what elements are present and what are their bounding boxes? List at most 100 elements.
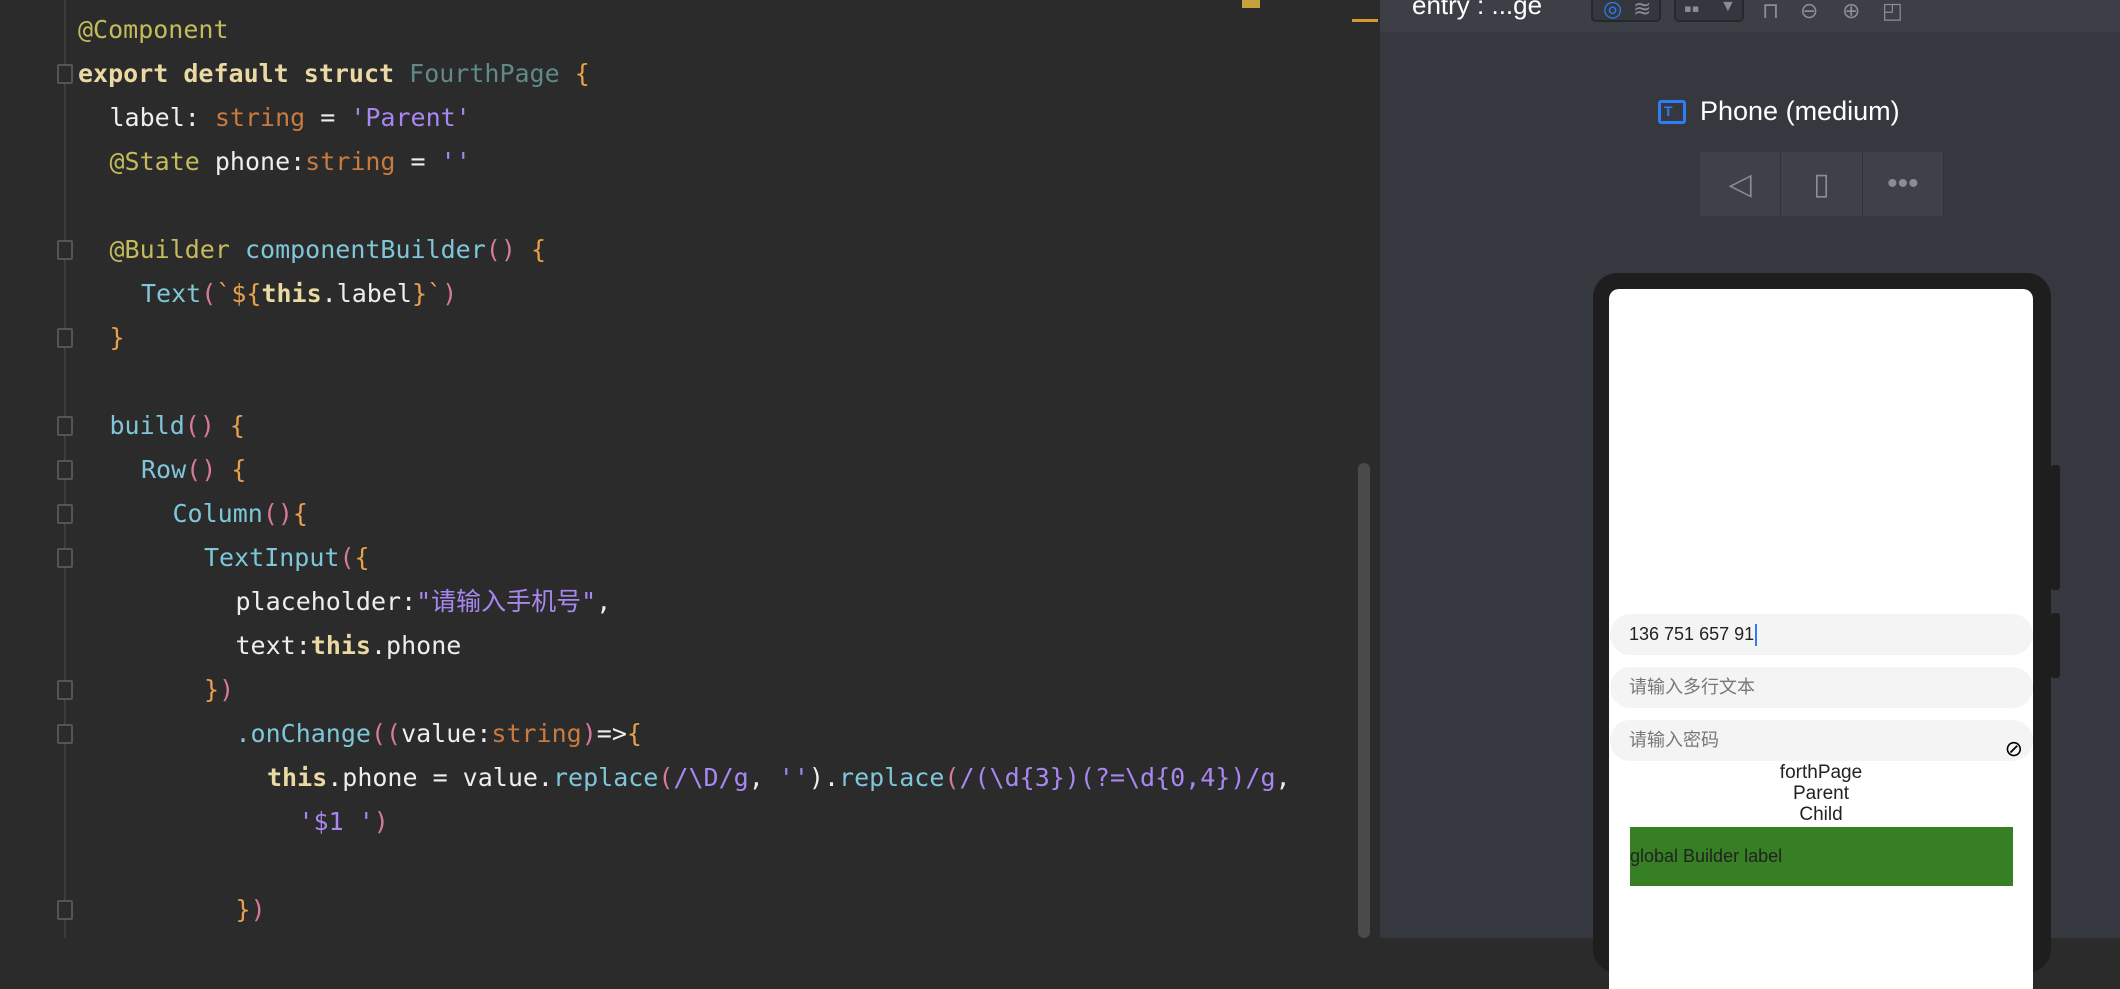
code-line[interactable]: }) <box>204 668 234 712</box>
fold-collapse-icon[interactable] <box>57 460 73 480</box>
code-token: } <box>235 895 251 924</box>
code-token: string <box>305 147 396 176</box>
code-token: placeholder: <box>235 587 417 616</box>
fold-collapse-icon[interactable] <box>57 64 73 84</box>
device-icon: T <box>1658 99 1686 124</box>
code-token: string <box>214 103 306 132</box>
text-caret <box>1755 624 1758 647</box>
password-placeholder: 请输入密码 <box>1629 730 1719 750</box>
code-token: ( <box>944 763 960 792</box>
text-child: Child <box>1799 804 1843 825</box>
code-editor[interactable]: @Component export default struct FourthPa… <box>0 0 1380 938</box>
code-token: label: <box>109 103 215 132</box>
code-token: .phone <box>370 631 462 660</box>
code-token: () <box>262 499 293 528</box>
zoom-out-icon[interactable]: ⊖ <box>1800 0 1818 24</box>
phone-input-value: 136 751 657 91 <box>1629 624 1755 644</box>
code-line[interactable]: @State phone:string = '' <box>110 140 471 184</box>
code-token: ) <box>250 895 266 924</box>
global-builder-label: global Builder label <box>1630 827 2013 886</box>
code-token: } <box>204 675 220 704</box>
code-line[interactable]: @Builder componentBuilder() { <box>110 228 547 272</box>
code-line[interactable]: .onChange((value:string)=>{ <box>236 712 642 756</box>
editor-scrollbar[interactable] <box>1358 463 1370 938</box>
fold-end-icon[interactable] <box>57 900 73 920</box>
more-icon[interactable]: ••• <box>1863 152 1944 216</box>
layout-dropdown[interactable]: ▪▪ ▼ <box>1674 0 1744 22</box>
code-token: this <box>267 763 328 792</box>
code-token: .onChange <box>235 719 371 748</box>
fold-end-icon[interactable] <box>57 680 73 700</box>
code-token: { <box>354 543 370 572</box>
code-line[interactable]: }) <box>236 888 266 932</box>
code-token: '' <box>440 147 471 176</box>
device-selector[interactable]: T Phone (medium) <box>1658 96 1900 127</box>
code-line[interactable]: text:this.phone <box>236 624 462 668</box>
code-token: = <box>395 147 441 176</box>
code-token: => <box>596 719 627 748</box>
code-line[interactable]: Column(){ <box>173 492 308 536</box>
text-forthpage: forthPage <box>1779 762 1863 783</box>
multiline-input[interactable]: 请输入多行文本 <box>1610 667 2033 708</box>
code-token: ( <box>201 279 217 308</box>
code-token: .phone = value. <box>327 763 553 792</box>
fold-collapse-icon[interactable] <box>57 416 73 436</box>
code-token: this <box>261 279 322 308</box>
code-line[interactable]: export default struct FourthPage { <box>78 52 590 96</box>
fold-collapse-icon[interactable] <box>57 240 73 260</box>
warning-marker[interactable] <box>1242 0 1260 8</box>
code-line[interactable]: TextInput({ <box>204 536 370 580</box>
rotate-icon[interactable]: ▯ <box>1781 152 1863 216</box>
scroll-marker <box>1352 19 1378 22</box>
code-line[interactable]: } <box>110 316 125 360</box>
code-token: /(\d{3})(?=\d{0,4})/g <box>959 763 1276 792</box>
previewer-title: entry : ...ge <box>1412 0 1543 20</box>
code-token: ( <box>658 763 674 792</box>
phone-side-button <box>2051 613 2060 678</box>
frame-icon[interactable]: ⊓ <box>1762 0 1779 24</box>
code-token: ) <box>373 807 389 836</box>
code-token: export default struct <box>78 59 410 88</box>
code-line[interactable]: placeholder:"请输入手机号", <box>236 580 612 624</box>
code-token: replace <box>839 763 945 792</box>
code-token: TextInput <box>204 543 340 572</box>
phone-side-button <box>2051 465 2060 590</box>
back-icon[interactable]: ◁ <box>1700 152 1782 216</box>
inspector-icon[interactable]: ◎ <box>1603 0 1622 22</box>
zoom-in-icon[interactable]: ⊕ <box>1842 0 1860 24</box>
code-token: ) <box>219 675 235 704</box>
code-token: /\D/g <box>673 763 749 792</box>
code-token: () <box>485 235 531 264</box>
code-line[interactable]: build() { <box>110 404 245 448</box>
code-token: componentBuilder <box>244 235 486 264</box>
code-token: , <box>1275 763 1291 792</box>
code-token: () <box>184 411 230 440</box>
fold-end-icon[interactable] <box>57 328 73 348</box>
text-parent: Parent <box>1793 783 1849 804</box>
phone-input[interactable]: 136 751 657 91 <box>1610 614 2033 655</box>
phone-screen: 136 751 657 91 请输入多行文本 请输入密码 ⊘ forthPage … <box>1609 289 2033 989</box>
fold-collapse-icon[interactable] <box>57 504 73 524</box>
code-token: phone: <box>214 147 306 176</box>
code-line[interactable]: @Component <box>78 8 229 52</box>
fold-collapse-icon[interactable] <box>57 548 73 568</box>
code-line[interactable]: Text(`${this.label}`) <box>141 272 457 316</box>
code-token: Column <box>172 499 263 528</box>
layers-icon[interactable]: ≋ <box>1633 0 1651 22</box>
previewer-panel: entry : ...ge ◎ ≋ ▪▪ ▼ ⊓ ⊖ ⊕ ◰ T Phone (… <box>1380 0 2120 989</box>
code-token: { <box>530 235 547 264</box>
code-token: replace <box>553 763 659 792</box>
code-line[interactable]: label: string = 'Parent' <box>110 96 471 140</box>
code-token: @State <box>109 147 215 176</box>
password-input[interactable]: 请输入密码 ⊘ <box>1610 720 2033 761</box>
fold-collapse-icon[interactable] <box>57 724 73 744</box>
code-line[interactable]: this.phone = value.replace(/\D/g, '').re… <box>267 756 1291 800</box>
fit-icon[interactable]: ◰ <box>1882 0 1903 24</box>
inspect-toggle-group[interactable]: ◎ ≋ <box>1591 0 1661 22</box>
code-token: (( <box>370 719 402 748</box>
device-controls: ◁ ▯ ••• <box>1700 152 1944 216</box>
code-line[interactable]: '$1 ') <box>299 800 389 844</box>
code-token: Row <box>141 455 187 484</box>
code-line[interactable]: Row() { <box>141 448 246 492</box>
code-token: text: <box>235 631 311 660</box>
